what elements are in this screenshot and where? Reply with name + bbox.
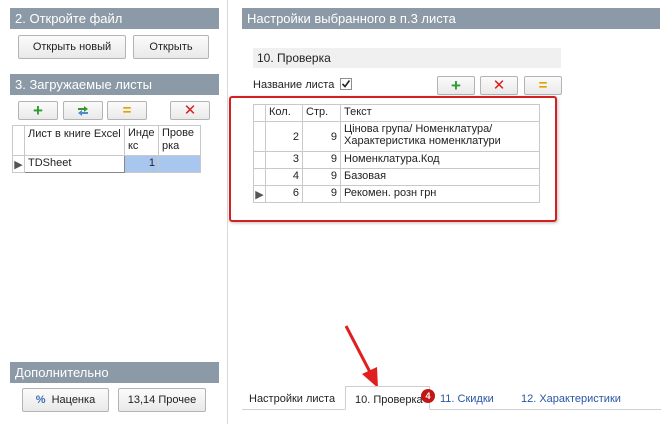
open-button[interactable]: Открыть (133, 35, 209, 59)
delete-sheet-button[interactable]: ✕ (170, 101, 210, 120)
check-subheader: 10. Проверка (253, 48, 561, 68)
checkmark-icon (341, 80, 351, 88)
column-header-col[interactable]: Кол. (265, 104, 303, 122)
sheets-header: 3. Загружаемые листы (10, 74, 219, 95)
column-header-sheet[interactable]: Лист в книге Excel (24, 125, 125, 156)
tab-check-label: 10. Проверка (355, 394, 423, 406)
column-header-index-line: кс (128, 140, 139, 152)
transfer-icon (78, 105, 88, 116)
row-marker (253, 168, 266, 186)
text-cell[interactable]: Рекомен. розн грн (340, 185, 540, 203)
table-row[interactable]: ▶ 6 9 Рекомен. розн грн (253, 185, 540, 203)
table-header-row: Лист в книге Excel Инде кс Прове рка (12, 125, 201, 156)
left-panel (0, 0, 228, 424)
column-header-index-line: Инде (128, 127, 155, 139)
tab-check[interactable]: 10. Проверка (345, 386, 430, 410)
delete-icon: ✕ (183, 102, 197, 119)
tab-characteristics[interactable]: 12. Характеристики (521, 393, 621, 405)
sheet-settings-header: Настройки выбранного в п.3 листа (242, 8, 660, 29)
delete-icon: ✕ (492, 77, 506, 94)
text-cell[interactable]: Номенклатура.Код (340, 151, 540, 169)
open-new-button[interactable]: Открыть новый (18, 35, 126, 59)
row-cell[interactable]: 9 (302, 185, 341, 203)
col-cell[interactable]: 4 (265, 168, 303, 186)
extra-header: Дополнительно (10, 362, 219, 383)
column-header-check[interactable]: Прове рка (158, 125, 201, 156)
sheet-name-label: Название листа (253, 79, 335, 91)
percent-icon: % (35, 394, 46, 406)
sheets-table: Лист в книге Excel Инде кс Прове рка ▶ T… (12, 125, 201, 173)
select-rows-button[interactable]: = (524, 76, 562, 95)
annotation-arrow (344, 325, 378, 388)
delete-row-button[interactable]: ✕ (480, 76, 518, 95)
sheet-name-cell[interactable]: TDSheet (24, 155, 125, 173)
refresh-sheets-button[interactable] (63, 101, 103, 120)
text-cell[interactable]: Базовая (340, 168, 540, 186)
table-header-row: Кол. Стр. Текст (253, 104, 540, 122)
add-row-button[interactable]: + (437, 76, 475, 95)
other-button[interactable]: 13,14 Прочее (118, 388, 206, 412)
markup-button-label: Наценка (51, 394, 96, 406)
text-cell[interactable]: Цінова група/ Номенклатура/ Характеристи… (340, 121, 540, 152)
equals-icon: = (122, 102, 132, 119)
column-header-check-line: Прове (162, 127, 194, 139)
col-cell[interactable]: 2 (265, 121, 303, 152)
current-row-marker: ▶ (12, 155, 25, 173)
column-header-index[interactable]: Инде кс (124, 125, 159, 156)
sheet-name-checkbox[interactable] (340, 78, 352, 90)
row-marker (12, 125, 25, 156)
table-row[interactable]: 3 9 Номенклатура.Код (253, 151, 540, 169)
plus-icon: + (451, 76, 461, 95)
current-row-marker: ▶ (253, 185, 266, 203)
tab-sheet-settings[interactable]: Настройки листа (249, 393, 335, 405)
row-marker (253, 121, 266, 152)
check-table: Кол. Стр. Текст 2 9 Цінова група/ Номенк… (253, 104, 540, 203)
column-header-check-line: рка (162, 140, 180, 152)
column-header-row[interactable]: Стр. (302, 104, 341, 122)
sheet-check-cell[interactable] (158, 155, 201, 173)
row-cell[interactable]: 9 (302, 168, 341, 186)
tabs-baseline (242, 409, 661, 410)
table-row[interactable]: ▶ TDSheet 1 (12, 155, 201, 173)
col-cell[interactable]: 3 (265, 151, 303, 169)
markup-button[interactable]: % Наценка (22, 388, 109, 412)
row-cell[interactable]: 9 (302, 151, 341, 169)
open-file-header: 2. Откройте файл (10, 8, 219, 29)
tab-discounts[interactable]: 11. Скидки (440, 393, 494, 405)
col-cell[interactable]: 6 (265, 185, 303, 203)
row-marker (253, 151, 266, 169)
plus-icon: + (33, 101, 43, 120)
sheet-index-cell[interactable]: 1 (124, 155, 159, 173)
column-header-text[interactable]: Текст (340, 104, 540, 122)
equals-icon: = (538, 77, 548, 94)
select-sheets-button[interactable]: = (107, 101, 147, 120)
add-sheet-button[interactable]: + (18, 101, 58, 120)
table-row[interactable]: 2 9 Цінова група/ Номенклатура/ Характер… (253, 121, 540, 152)
row-cell[interactable]: 9 (302, 121, 341, 152)
tab-check-badge: 4 (421, 389, 435, 403)
row-marker (253, 104, 266, 122)
table-row[interactable]: 4 9 Базовая (253, 168, 540, 186)
